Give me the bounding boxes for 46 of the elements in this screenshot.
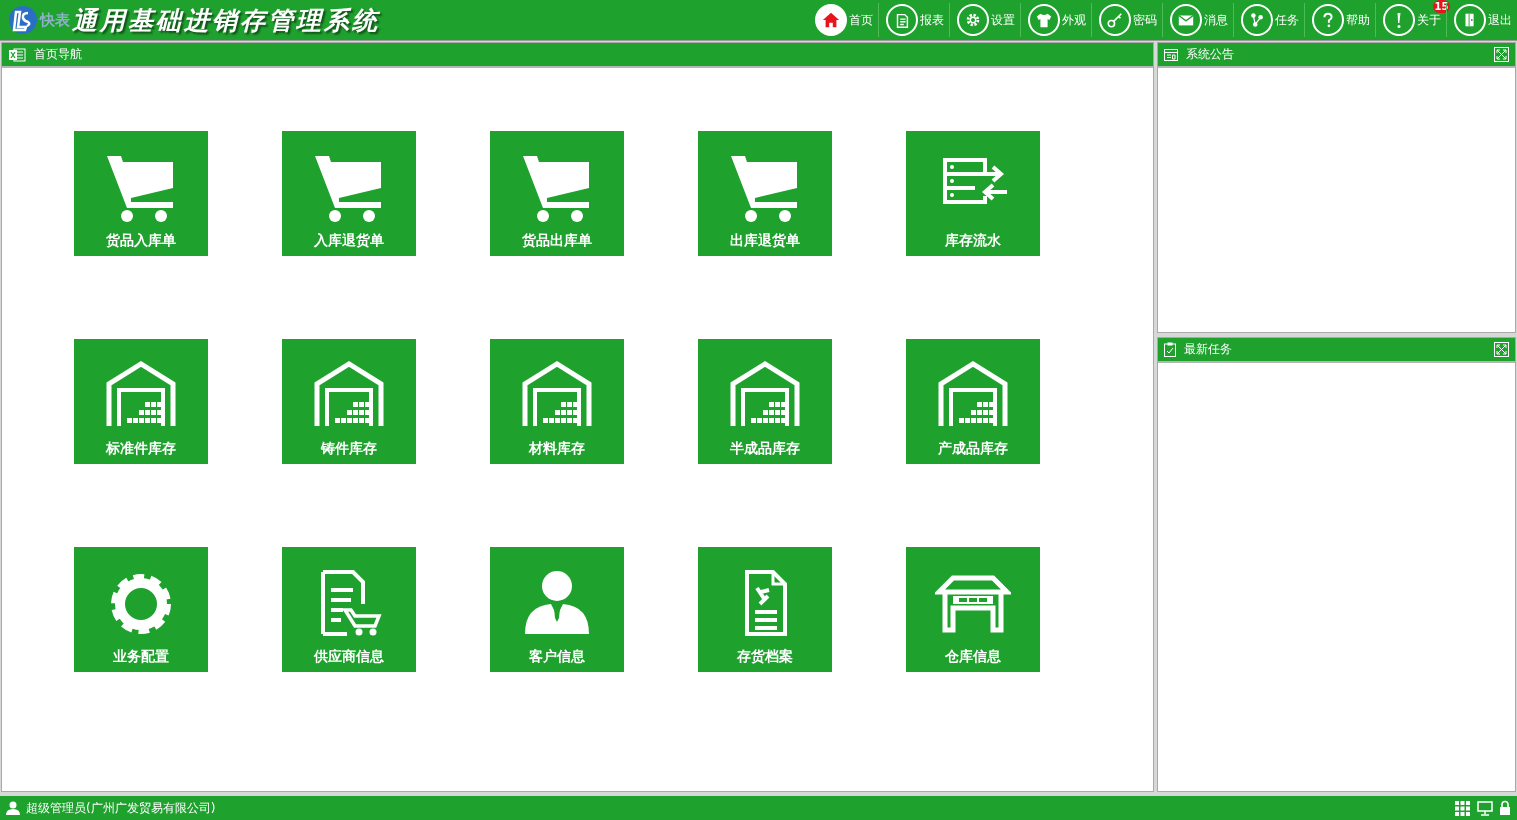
nav-tile[interactable]: 库存流水 [906,131,1040,256]
panel-title: 最新任务 [1184,341,1233,358]
logo-text: 快表 [40,10,70,30]
expand-icon[interactable] [1494,47,1509,62]
nav-tile[interactable]: 存货档案 [698,547,832,672]
house-icon [822,11,840,29]
mail-button[interactable]: 消息 [1162,3,1233,37]
expand-icon[interactable] [1494,342,1509,357]
nodes-icon [1248,11,1266,29]
nav-tile[interactable]: 铸件库存 [282,339,416,464]
key-button[interactable]: 密码 [1091,3,1162,37]
shirt-icon [1035,11,1053,29]
settings-icon [964,11,982,29]
settings-button[interactable]: 设置 [949,3,1020,37]
help-button[interactable]: 帮助 [1304,3,1375,37]
monitor-icon[interactable] [1477,800,1493,816]
board-icon [1164,48,1178,61]
app-title: 通用基础进销存管理系统 [72,4,380,37]
clipboard-icon [1164,342,1176,357]
nav-tile[interactable]: 产成品库存 [906,339,1040,464]
panel-title: 首页导航 [34,46,83,63]
spreadsheet-icon [8,47,26,62]
nav-tile[interactable]: 材料库存 [490,339,624,464]
nav-tile[interactable]: 入库退货单 [282,131,416,256]
nav-tile[interactable]: 半成品库存 [698,339,832,464]
user-label: 超级管理员(广州广发贸易有限公司) [26,799,216,817]
logo-icon [8,5,38,35]
lock-icon[interactable] [1499,800,1511,816]
nav-tile[interactable]: 货品入库单 [74,131,208,256]
shirt-button[interactable]: 外观 [1020,3,1091,37]
nav-tile[interactable]: 出库退货单 [698,131,832,256]
nav-tile[interactable]: 标准件库存 [74,339,208,464]
nav-tile[interactable]: 业务配置 [74,547,208,672]
grid-icon[interactable] [1455,800,1471,816]
exit-button[interactable]: 退出 [1446,3,1517,37]
panel-title: 系统公告 [1186,46,1235,63]
report-button[interactable]: 报表 [878,3,949,37]
nav-tile[interactable]: 客户信息 [490,547,624,672]
nav-tile[interactable]: 供应商信息 [282,547,416,672]
key-icon [1106,11,1124,29]
exclamation-icon [1397,12,1401,28]
nav-tile[interactable]: 货品出库单 [490,131,624,256]
user-icon [6,801,20,815]
home-button[interactable]: 首页 [808,3,878,37]
task-button[interactable]: 任务 [1233,3,1304,37]
nav-tile[interactable]: 仓库信息 [906,547,1040,672]
